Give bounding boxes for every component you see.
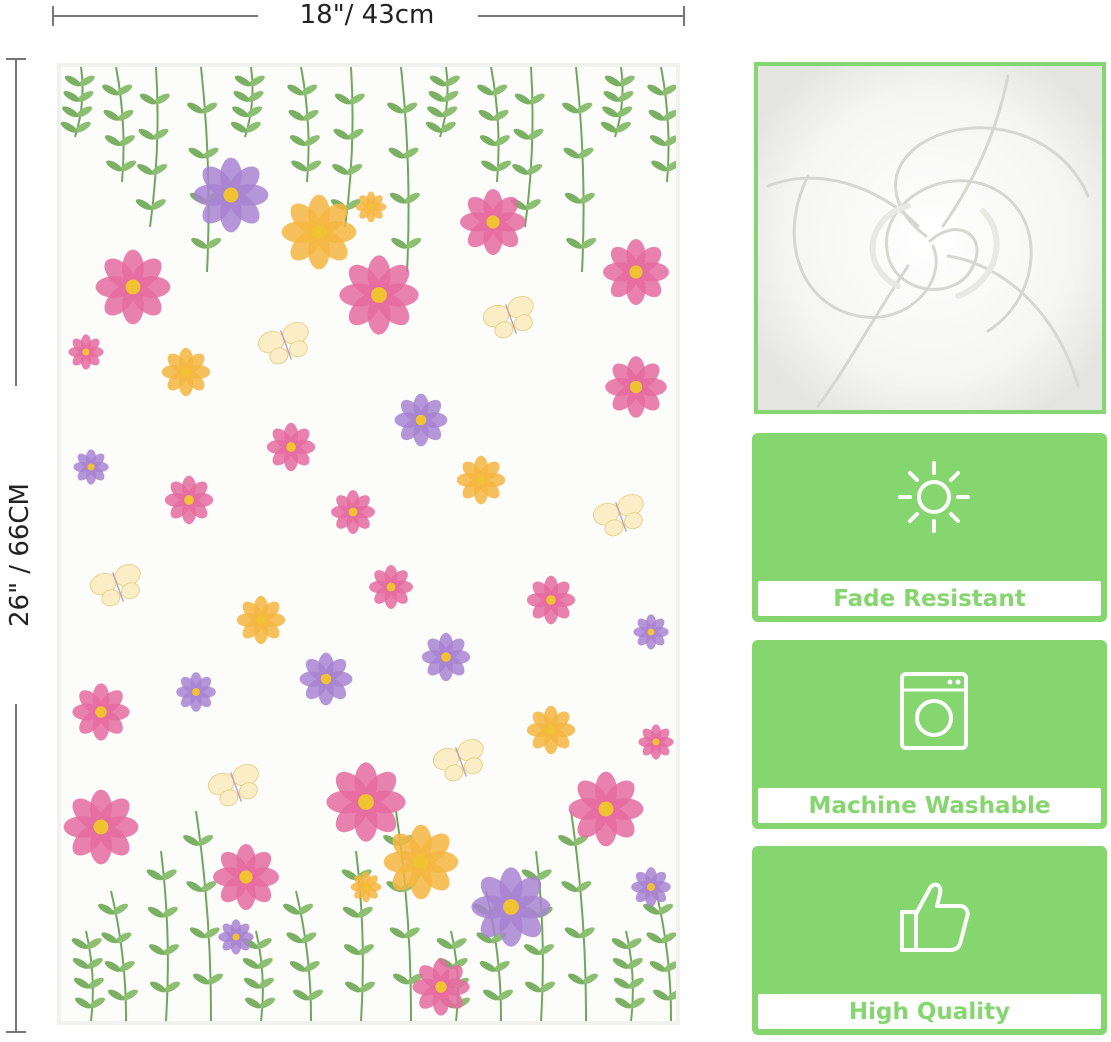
flower-17 xyxy=(369,565,413,609)
flower-31 xyxy=(471,867,551,947)
width-dimension-label: 18"/ 43cm xyxy=(299,0,435,30)
butterfly xyxy=(482,295,534,339)
flower-14 xyxy=(164,475,214,525)
flower-7 xyxy=(161,347,211,397)
flower-16 xyxy=(633,614,669,650)
flower-22 xyxy=(176,672,216,712)
fabric-swirl xyxy=(758,66,1102,410)
flower-25 xyxy=(638,724,674,760)
flower-26 xyxy=(326,762,406,842)
height-dimension-line-bottom xyxy=(15,704,17,1032)
width-dimension-tick-left xyxy=(52,6,54,26)
butterfly xyxy=(89,563,141,607)
width-dimension-line-left xyxy=(52,15,258,17)
feature-card-machine-washable: Machine Washable xyxy=(752,640,1107,829)
flower-6 xyxy=(355,191,387,223)
towel-fabric-closeup-image xyxy=(754,62,1106,414)
height-dimension-line-top xyxy=(15,58,17,386)
flower-35 xyxy=(631,867,671,907)
width-dimension-tick-right xyxy=(683,6,685,26)
flower-23 xyxy=(526,705,576,755)
machine-washable-label: Machine Washable xyxy=(756,786,1103,825)
high-quality-label: High Quality xyxy=(756,992,1103,1031)
height-dimension-tick-top xyxy=(6,58,26,60)
floral-pattern xyxy=(61,67,676,1021)
flower-11 xyxy=(68,334,104,370)
flower-34 xyxy=(412,958,470,1016)
width-dimension-line-right xyxy=(478,15,684,17)
flower-2 xyxy=(339,255,419,335)
flower-30 xyxy=(213,844,279,910)
flower-21 xyxy=(299,652,353,706)
flower-27 xyxy=(63,789,139,865)
flower-8 xyxy=(605,356,667,418)
fade-resistant-label: Fade Resistant xyxy=(756,579,1103,618)
flower-18 xyxy=(236,595,286,645)
butterfly xyxy=(432,738,484,782)
flower-33 xyxy=(218,919,254,955)
flower-1 xyxy=(281,194,357,270)
thumbs-up-icon xyxy=(900,882,970,952)
flower-24 xyxy=(72,683,130,741)
flower-15 xyxy=(331,490,375,534)
flower-9 xyxy=(394,393,448,447)
flower-32 xyxy=(350,871,382,903)
flower-10 xyxy=(266,422,316,472)
butterfly xyxy=(592,493,644,537)
flower-19 xyxy=(526,575,576,625)
flower-20 xyxy=(421,632,471,682)
height-dimension-label: 26" / 66CM xyxy=(5,483,35,628)
flower-29 xyxy=(383,824,459,900)
sun-icon xyxy=(898,461,970,533)
flower-5 xyxy=(460,189,526,255)
height-dimension-tick-bottom xyxy=(6,1031,26,1033)
flower-4 xyxy=(603,239,669,305)
feature-card-fade-resistant: Fade Resistant xyxy=(752,433,1107,622)
floral-towel-image xyxy=(57,63,680,1025)
flower-13 xyxy=(456,455,506,505)
flower-0 xyxy=(193,157,269,233)
butterfly xyxy=(207,763,259,807)
feature-card-high-quality: High Quality xyxy=(752,846,1107,1035)
flower-28 xyxy=(568,771,644,847)
washing-machine-icon xyxy=(900,672,968,750)
butterfly xyxy=(257,321,309,365)
flower-3 xyxy=(95,249,171,325)
flower-12 xyxy=(73,449,109,485)
